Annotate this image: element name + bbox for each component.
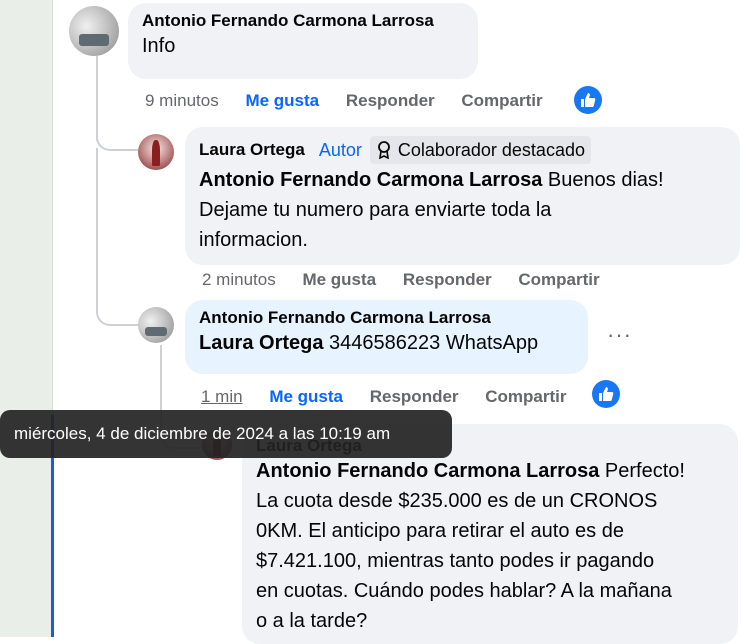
timestamp-tooltip: miércoles, 4 de diciembre de 2024 a las … [0, 410, 452, 458]
comment-time[interactable]: 2 minutos [202, 270, 276, 289]
comment-actions: 2 minutos Me gusta Responder Compartir [202, 270, 622, 290]
comment-text: Antonio Fernando Carmona Larrosa Buenos … [199, 169, 664, 251]
comment-actions: 9 minutos Me gusta Responder Compartir [145, 91, 565, 111]
avatar[interactable] [138, 307, 174, 343]
reply-button[interactable]: Responder [403, 270, 492, 289]
more-options-button[interactable]: ··· [607, 322, 632, 348]
mention-link[interactable]: Antonio Fernando Carmona Larrosa [199, 169, 542, 191]
share-button[interactable]: Compartir [518, 270, 599, 289]
comment-author[interactable]: Antonio Fernando Carmona Larrosa [199, 308, 574, 328]
mention-link[interactable]: Antonio Fernando Carmona Larrosa [256, 460, 599, 482]
thumbs-up-icon[interactable] [592, 380, 620, 408]
comment-bubble: Laura Ortega Autor Colaborador destacado… [185, 127, 740, 265]
like-button[interactable]: Me gusta [302, 270, 376, 289]
thumbs-up-icon[interactable] [574, 86, 602, 114]
reply-button[interactable]: Responder [370, 387, 459, 406]
comment-text: Info [142, 35, 176, 57]
author-tag: Autor [318, 139, 362, 160]
comment-actions: 1 min Me gusta Responder Compartir [201, 387, 589, 407]
badge-icon [377, 141, 390, 159]
reply-button[interactable]: Responder [346, 91, 435, 110]
share-button[interactable]: Compartir [461, 91, 542, 110]
comment-author[interactable]: Antonio Fernando Carmona Larrosa [142, 11, 464, 31]
avatar[interactable] [138, 134, 174, 170]
comment-time[interactable]: 1 min [201, 387, 243, 406]
like-button[interactable]: Me gusta [269, 387, 343, 406]
comment-bubble: Antonio Fernando Carmona Larrosa Info [128, 3, 478, 79]
comment-author[interactable]: Laura Ortega [199, 140, 305, 160]
avatar[interactable] [69, 6, 119, 56]
mention-link[interactable]: Laura Ortega [199, 332, 323, 354]
thread-line [96, 148, 98, 298]
comment-bubble: Antonio Fernando Carmona Larrosa Laura O… [185, 300, 588, 374]
thread-curve [96, 296, 138, 326]
left-gutter [0, 0, 53, 637]
share-button[interactable]: Compartir [485, 387, 566, 406]
comment-text: Laura Ortega 3446586223 WhatsApp [199, 332, 539, 354]
thread-curve [96, 125, 138, 151]
comment-time[interactable]: 9 minutos [145, 91, 219, 110]
comment-text: Antonio Fernando Carmona Larrosa Perfect… [256, 460, 685, 632]
like-button[interactable]: Me gusta [245, 91, 319, 110]
badge-label: Colaborador destacado [397, 139, 585, 160]
top-contributor-badge: Colaborador destacado [369, 136, 591, 164]
